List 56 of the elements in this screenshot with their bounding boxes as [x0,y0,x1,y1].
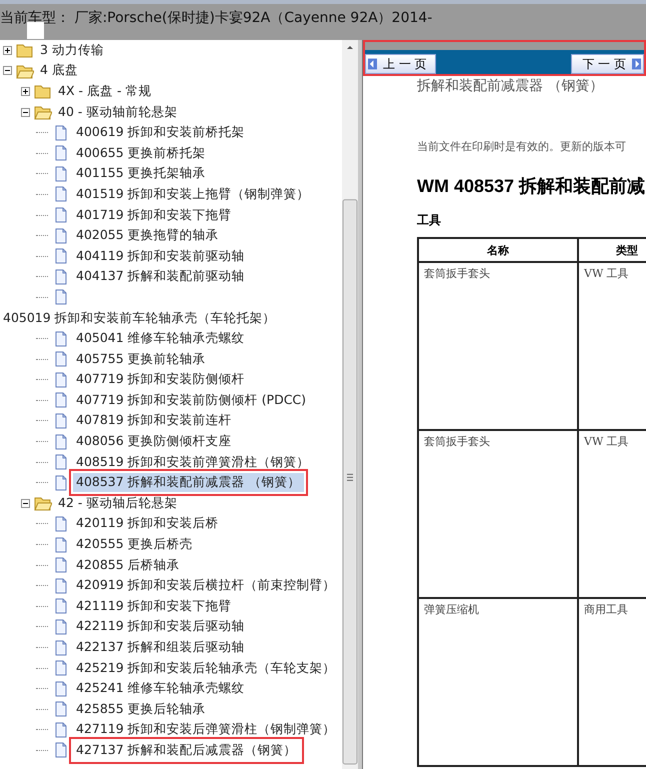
document-title: 拆解和装配前减震器 （钢簧） [417,77,604,95]
table-cell: 套筒扳手套头 [418,430,578,598]
tree-item[interactable]: 427119 拆卸和安装后弹簧滑柱（钢制弹簧） [73,720,339,740]
tree-item[interactable]: 401155 更换托架轴承 [73,164,209,184]
tree-item[interactable]: 420555 更换后桥壳 [73,535,196,554]
expand-icon[interactable] [21,86,30,96]
collapse-icon[interactable] [21,108,30,117]
section-heading: 工具 [417,212,442,229]
collapse-icon[interactable] [3,66,12,76]
tree-item[interactable]: 400655 更换前桥托架 [73,144,209,163]
tree-item[interactable]: 401719 拆卸和安装下拖臂 [73,206,235,225]
tree-item[interactable]: 401519 拆卸和安装上拖臂（钢制弹簧） [73,184,313,204]
tree-item[interactable]: 420119 拆卸和安装后桥 [73,514,222,534]
tree-item[interactable]: 402055 更换拖臂的轴承 [73,226,222,246]
scrollbar-drawing[interactable] [342,40,358,769]
tree-item[interactable]: 400619 拆卸和安装前桥托架 [73,123,248,142]
column-header: 名称 [418,238,578,262]
tree-item[interactable]: 4 底盘 [37,61,81,80]
column-header: 类型 [578,238,646,262]
open-folder-icon [16,62,34,79]
tree-item[interactable]: 408056 更换防侧倾杆支座 [73,432,235,452]
tree-item[interactable]: 405019 拆卸和安装前车轮轴承壳（车轮托架） [0,308,279,328]
vehicle-title: 当前车型： 厂家:Porsche(保时捷)卡宴92A（Cayenne 92A）2014- [0,9,432,27]
tree-item[interactable]: 421119 拆卸和安装下拖臂 [73,596,235,616]
tree-item[interactable]: 408537 拆解和装配前减震器 （钢簧） [73,473,304,492]
previous-page-button[interactable]: 上 一 页 [365,54,436,74]
tree-item[interactable]: 405755 更换前轮轴承 [73,350,209,369]
tree-item[interactable]: 40 - 驱动轴前轮悬架 [55,102,180,122]
document-heading: WM 408537 拆解和装配前减 [417,175,646,198]
open-folder-icon [34,104,52,120]
tree-item[interactable]: 420919 拆卸和安装后横拉杆（前束控制臂） [73,576,339,596]
tree-item[interactable]: 425241 维修车轮轴承壳螺纹 [73,679,248,698]
tree-item[interactable]: 420855 后桥轴承 [73,556,183,575]
folder-icon [16,42,34,58]
tree-item[interactable]: 425855 更换后轮轴承 [73,700,209,719]
tree-item[interactable]: 407719 拆卸和安装前防侧倾杆 (PDCC) [73,390,310,410]
open-folder-icon [34,495,52,512]
tree-item[interactable]: 405041 维修车轮轴承壳螺纹 [73,329,248,348]
tree-item[interactable]: 425219 拆卸和安装后轮轴承壳（车轮支架） [73,658,339,678]
tree-item[interactable]: 404119 拆卸和安装前驱动轴 [73,246,248,266]
folder-icon [34,83,52,100]
collapse-icon[interactable] [21,498,30,508]
notice-text: 当前文件在印刷时是有效的。更新的版本可 [417,139,627,154]
table-cell: 套筒扳手套头 [418,262,578,430]
tree-item[interactable]: 4X - 底盘 - 常规 [55,82,154,101]
tree-item[interactable]: 422137 拆解和组装后驱动轴 [73,638,248,658]
next-page-button[interactable]: 下 一 页 [571,54,644,74]
tree-item[interactable]: 42 - 驱动轴后轮悬架 [55,494,180,513]
table-cell: 弹簧压缩机 [418,598,578,766]
tree-item[interactable]: 407719 拆卸和安装防侧倾杆 [73,370,248,390]
expand-icon[interactable] [3,46,12,55]
tree-item[interactable]: 407819 拆卸和安装前连杆 [73,411,235,430]
tree-item[interactable]: 408519 拆卸和安装前弹簧滑柱（钢簧） [73,452,313,472]
tree-item[interactable]: 422119 拆卸和安装后驱动轴 [73,617,248,636]
tree-item[interactable]: 404137 拆解和装配前驱动轴 [73,267,248,286]
tree-item[interactable]: 3 动力传输 [37,40,107,60]
